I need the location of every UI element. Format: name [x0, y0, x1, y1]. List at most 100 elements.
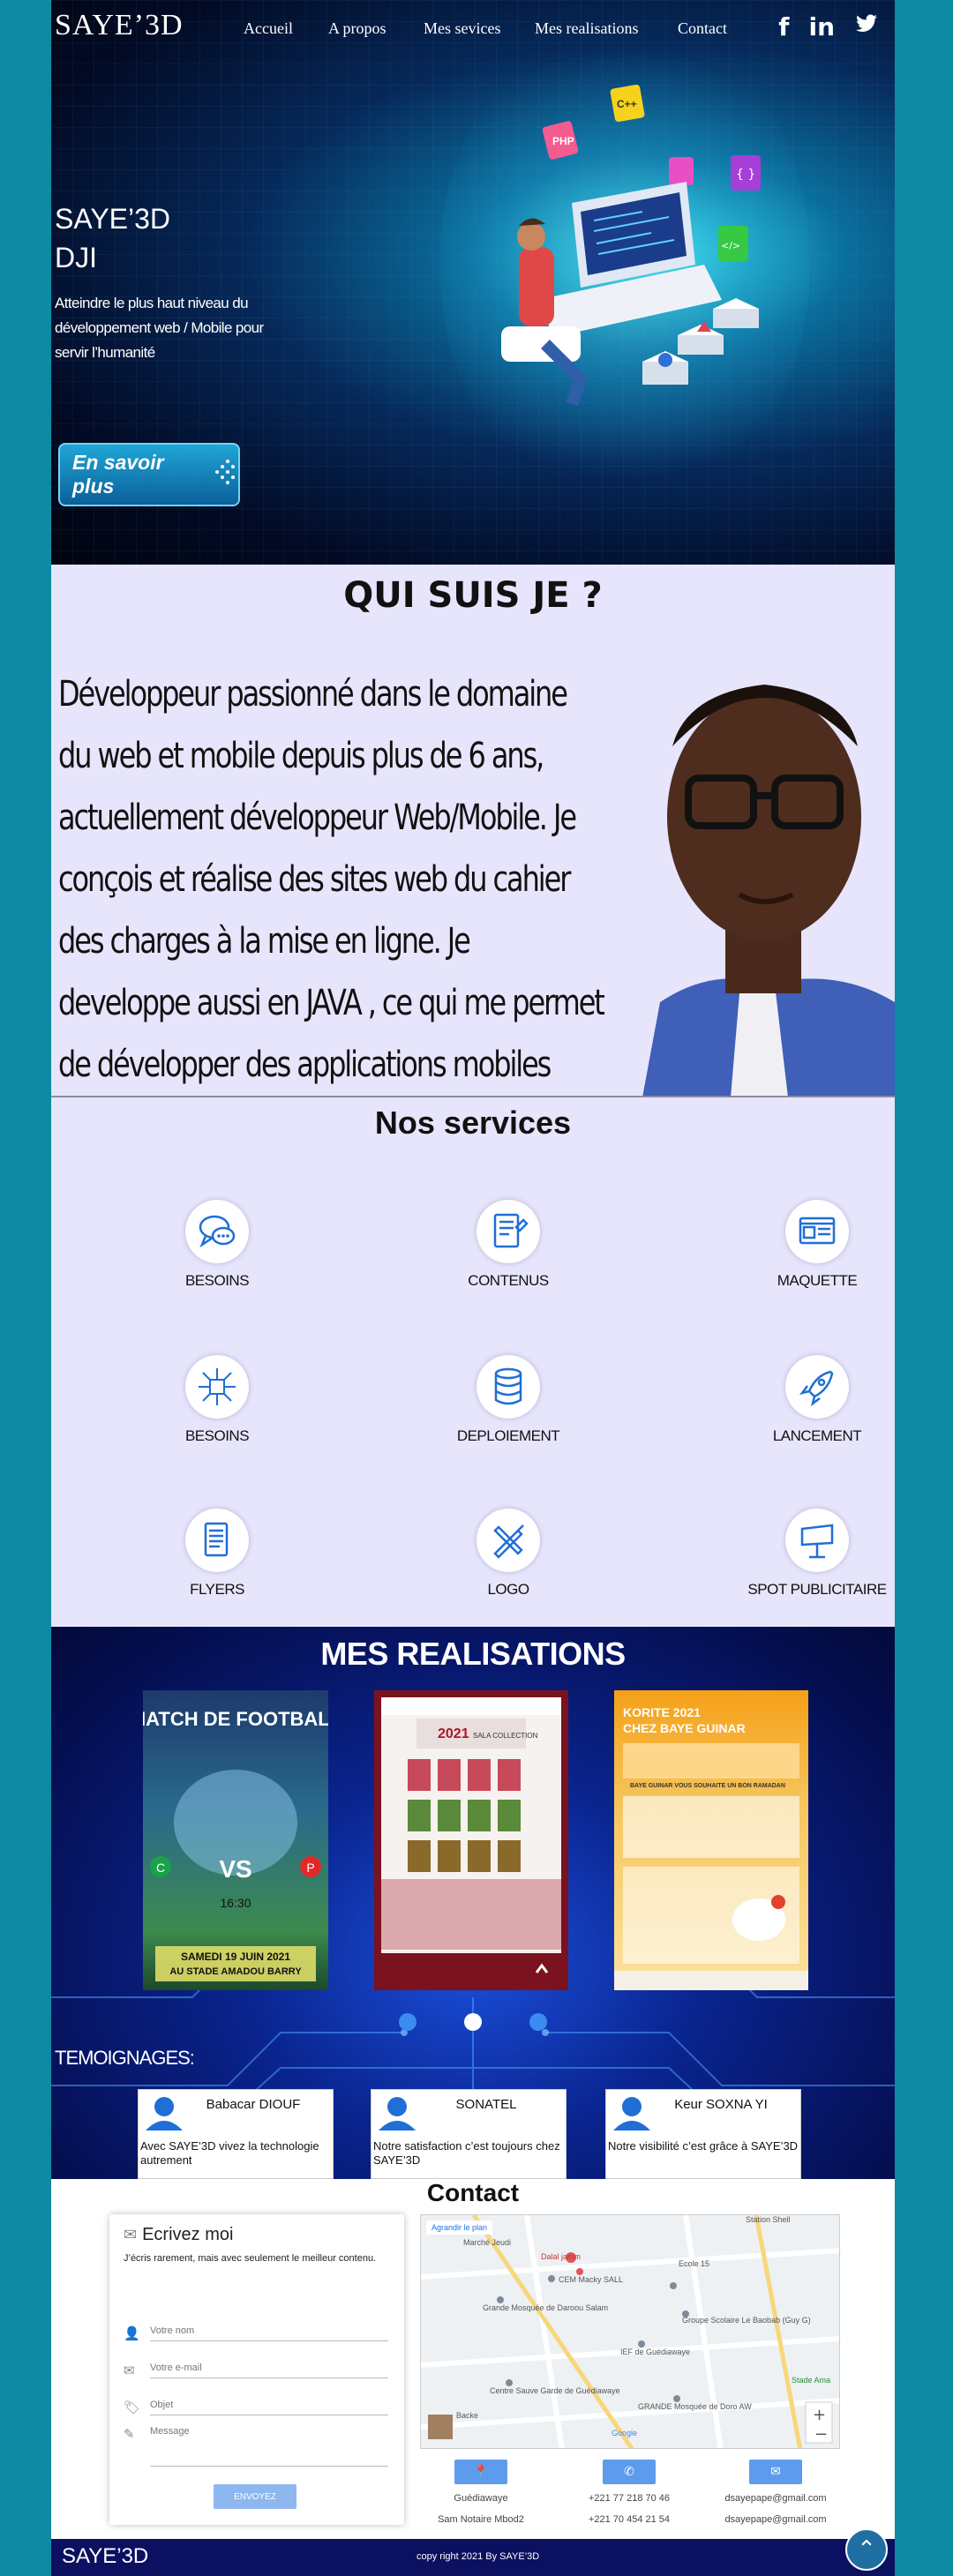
page: SAYE’3D Accueil A propos Mes sevices Mes…: [51, 0, 895, 2576]
chat-bubble-icon: [185, 1200, 249, 1263]
svg-text:MATCH DE FOOTBALL: MATCH DE FOOTBALL: [143, 1708, 328, 1730]
svg-text:Grande Mosquée de Daroou Salam: Grande Mosquée de Daroou Salam: [483, 2303, 608, 2312]
envelope-icon[interactable]: ✉: [749, 2460, 802, 2484]
svg-text:Centre Sauve Garde de Guédiawa: Centre Sauve Garde de Guédiawaye: [490, 2386, 620, 2395]
realisation-card-fashion[interactable]: 2021 SALA COLLECTION: [374, 1690, 568, 1990]
contact-phone: ✆ +221 77 218 70 46 +221 70 454 21 54: [563, 2460, 695, 2525]
realisation-card-football[interactable]: MATCH DE FOOTBALL C P VS 16:30 SAMEDI 19…: [143, 1690, 328, 1990]
rocket-icon: [785, 1355, 849, 1419]
svg-text:CEM Macky SALL: CEM Macky SALL: [559, 2275, 623, 2284]
phone-icon[interactable]: ✆: [603, 2460, 656, 2484]
portrait-photo: [607, 614, 895, 1096]
svg-text:CHEZ BAYE GUINAR: CHEZ BAYE GUINAR: [623, 1721, 746, 1735]
carousel-dot-1[interactable]: [399, 2013, 416, 2031]
contact-address: 📍 Guédiawaye Sam Notaire Mbod2: [415, 2460, 547, 2525]
svg-text:SALA COLLECTION: SALA COLLECTION: [473, 1732, 538, 1740]
service-deploiement[interactable]: DEPLOIEMENT: [420, 1355, 597, 1445]
service-maquette[interactable]: MAQUETTE: [729, 1200, 895, 1290]
layout-icon: [785, 1200, 849, 1263]
location-pin-icon[interactable]: 📍: [454, 2460, 507, 2484]
testimonials-title: TEMOIGNAGES:: [55, 2047, 195, 2069]
testimonial-card: SONATEL Notre satisfaction c’est toujour…: [371, 2089, 567, 2179]
contact-form: ✉ Ecrivez moi J’écris rarement, mais ave…: [109, 2214, 404, 2525]
php-badge: PHP: [552, 135, 574, 147]
facebook-icon[interactable]: f: [778, 12, 789, 41]
main-nav: Accueil A propos Mes sevices Mes realisa…: [244, 19, 727, 38]
en-savoir-plus-button[interactable]: En savoir plus: [58, 443, 240, 506]
svg-text:IEF de Guédiawaye: IEF de Guédiawaye: [620, 2348, 690, 2356]
email-field[interactable]: [150, 2357, 388, 2378]
form-intro: J’écris rarement, mais avec seulement le…: [124, 2253, 377, 2264]
contact-email: ✉ dsayepape@gmail.com dsayepape@gmail.co…: [709, 2460, 842, 2525]
database-icon: [476, 1355, 540, 1419]
testimonial-card: Babacar DIOUF Avec SAYE’3D vivez la tech…: [138, 2089, 334, 2179]
services-title: Nos services: [374, 1105, 572, 1141]
zoom-in-icon: +: [813, 2406, 826, 2424]
hero-title: SAYE’3D DJI: [55, 203, 171, 273]
contact-section: Contact ✉ Ecrivez moi J’écris rarement, …: [51, 2179, 895, 2539]
contact-title: Contact: [426, 2179, 520, 2206]
cpp-badge: C++: [617, 98, 637, 110]
footer-brand: SAYE’3D: [62, 2544, 149, 2568]
hero-tagline: Atteindre le plus haut niveau du dévelop…: [55, 295, 264, 361]
svg-text:GRANDE Mosquée de Doro AW: GRANDE Mosquée de Doro AW: [638, 2402, 752, 2411]
braces-badge: { }: [736, 168, 755, 182]
subject-field[interactable]: [150, 2394, 388, 2415]
svg-text:KORITE 2021: KORITE 2021: [623, 1705, 701, 1719]
footer-copyright: copy right 2021 By SAYE’3D: [416, 2551, 540, 2562]
carousel-dots: [51, 2013, 895, 2031]
svg-text:C: C: [156, 1861, 165, 1875]
nav-a-propos[interactable]: A propos: [328, 19, 424, 38]
message-field[interactable]: [150, 2426, 388, 2467]
code-badge: </>: [721, 240, 740, 251]
nav-contact[interactable]: Contact: [678, 19, 727, 38]
document-edit-icon: [476, 1200, 540, 1263]
service-spot-publicitaire[interactable]: SPOT PUBLICITAIRE: [729, 1509, 895, 1599]
svg-text:Marché Jeudi: Marché Jeudi: [463, 2238, 511, 2247]
nav-realisations[interactable]: Mes realisations: [535, 19, 678, 38]
service-besoins-2[interactable]: BESOINS: [129, 1355, 305, 1445]
nav-services[interactable]: Mes sevices: [424, 19, 535, 38]
envelope-icon: ✉: [124, 2363, 135, 2378]
carousel-dot-2[interactable]: [464, 2013, 482, 2031]
twitter-icon[interactable]: [854, 12, 879, 41]
name-field[interactable]: [150, 2320, 388, 2341]
service-lancement[interactable]: LANCEMENT: [729, 1355, 895, 1445]
social-links: f in: [778, 12, 879, 41]
enlarge-map-link[interactable]: Agrandir le plan: [426, 2220, 493, 2235]
zoom-out-icon: −: [814, 2425, 828, 2444]
service-logo[interactable]: LOGO: [420, 1509, 597, 1599]
svg-text:Station Shell: Station Shell: [746, 2215, 791, 2224]
carousel-dot-3[interactable]: [529, 2013, 547, 2031]
svg-text:Google: Google: [612, 2429, 637, 2437]
svg-text:2021: 2021: [438, 1726, 469, 1741]
flyer-icon: [185, 1509, 249, 1572]
svg-text:Backe: Backe: [456, 2411, 478, 2420]
user-icon: 👤: [124, 2325, 140, 2341]
billboard-icon: [785, 1509, 849, 1572]
design-tools-icon: [476, 1509, 540, 1572]
svg-text:Stade Ama: Stade Ama: [792, 2376, 830, 2385]
svg-text:Ecole 15: Ecole 15: [679, 2259, 709, 2268]
service-besoins[interactable]: BESOINS: [129, 1200, 305, 1290]
circuit-icon: [185, 1355, 249, 1419]
svg-text:16:30: 16:30: [220, 1896, 251, 1910]
realisation-card-korite[interactable]: KORITE 2021 CHEZ BAYE GUINAR BAYE GUINAR…: [614, 1690, 808, 1990]
svg-text:P: P: [306, 1861, 314, 1875]
service-flyers[interactable]: FLYERS: [129, 1509, 305, 1599]
site-logo[interactable]: SAYE’3D: [55, 9, 184, 42]
footer: SAYE’3D copy right 2021 By SAYE’3D: [51, 2539, 895, 2576]
linkedin-icon[interactable]: in: [808, 12, 835, 41]
svg-text:AU STADE AMADOU BARRY: AU STADE AMADOU BARRY: [169, 1966, 302, 1977]
service-contenus[interactable]: CONTENUS: [420, 1200, 597, 1290]
map-embed[interactable]: Marché Jeudi Dalal jamm CEM Macky SALL G…: [420, 2214, 840, 2449]
realisations-section: MES REALISATIONS MATCH DE FOOTBALL C P V…: [51, 1627, 895, 2179]
pencil-icon: ✎: [124, 2426, 135, 2442]
about-title: QUI SUIS JE ?: [343, 575, 603, 616]
scroll-to-top-icon[interactable]: ⌃: [845, 2528, 888, 2571]
send-button[interactable]: ENVOYEZ: [214, 2484, 296, 2509]
nav-accueil[interactable]: Accueil: [244, 19, 328, 38]
envelope-icon: ✉: [124, 2226, 138, 2244]
developer-illustration: PHP C++ { } </>: [501, 84, 761, 407]
realisations-title: MES REALISATIONS: [320, 1636, 626, 1672]
